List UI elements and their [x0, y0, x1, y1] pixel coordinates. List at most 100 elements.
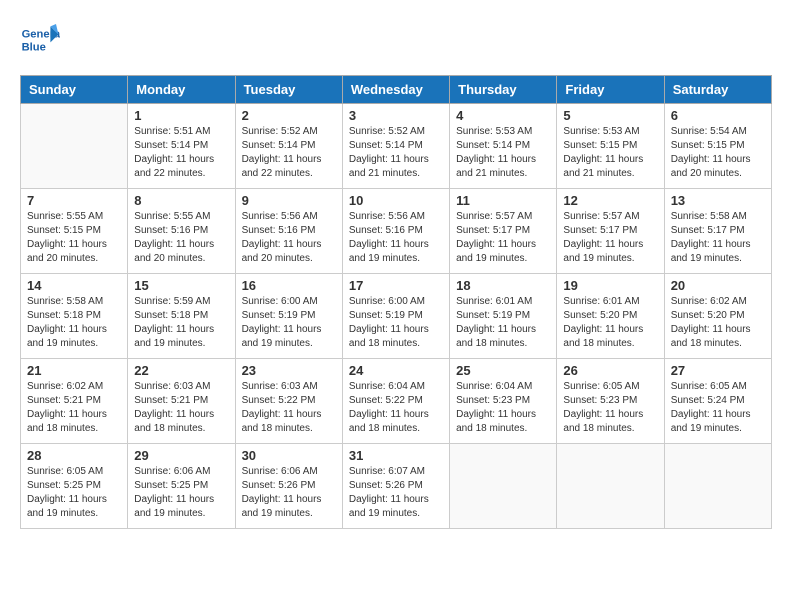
week-row-3: 14Sunrise: 5:58 AM Sunset: 5:18 PM Dayli…: [21, 274, 772, 359]
calendar-cell: 26 Sunrise: 6:05 AM Sunset: 5:23 PM Dayli…: [557, 359, 664, 444]
calendar-cell: 28 Sunrise: 6:05 AM Sunset: 5:25 PM Dayli…: [21, 444, 128, 529]
calendar-cell: 18 Sunrise: 6:01 AM Sunset: 5:19 PM Dayli…: [450, 274, 557, 359]
day-number: 18: [456, 278, 550, 293]
day-info: Sunrise: 6:05 AM Sunset: 5:23 PM Dayligh…: [563, 380, 657, 436]
day-info: Sunrise: 5:55 AM Sunset: 5:16 PM Dayligh…: [134, 210, 228, 266]
calendar-cell: 1 Sunrise: 5:51 AM Sunset: 5:14 PM Daylig…: [128, 104, 235, 189]
calendar-cell: 3 Sunrise: 5:52 AM Sunset: 5:14 PM Daylig…: [342, 104, 449, 189]
week-row-2: 7Sunrise: 5:55 AM Sunset: 5:15 PM Daylig…: [21, 189, 772, 274]
day-number: 21: [27, 363, 121, 378]
day-number: 2: [242, 108, 336, 123]
day-number: 24: [349, 363, 443, 378]
day-info: Sunrise: 5:51 AM Sunset: 5:14 PM Dayligh…: [134, 125, 228, 181]
day-number: 1: [134, 108, 228, 123]
day-number: 6: [671, 108, 765, 123]
day-number: 7: [27, 193, 121, 208]
calendar-cell: 23Sunrise: 6:03 AM Sunset: 5:22 PM Dayli…: [235, 359, 342, 444]
day-info: Sunrise: 6:02 AM Sunset: 5:20 PM Dayligh…: [671, 295, 765, 351]
day-header-row: SundayMondayTuesdayWednesdayThursdayFrid…: [21, 76, 772, 104]
day-number: 9: [242, 193, 336, 208]
day-header-saturday: Saturday: [664, 76, 771, 104]
calendar-cell: 27 Sunrise: 6:05 AM Sunset: 5:24 PM Dayli…: [664, 359, 771, 444]
day-info: Sunrise: 5:54 AM Sunset: 5:15 PM Dayligh…: [671, 125, 765, 181]
calendar-body: 1 Sunrise: 5:51 AM Sunset: 5:14 PM Daylig…: [21, 104, 772, 529]
week-row-1: 1 Sunrise: 5:51 AM Sunset: 5:14 PM Daylig…: [21, 104, 772, 189]
day-info: Sunrise: 5:59 AM Sunset: 5:18 PM Dayligh…: [134, 295, 228, 351]
day-number: 14: [27, 278, 121, 293]
calendar-cell: 31 Sunrise: 6:07 AM Sunset: 5:26 PM Dayli…: [342, 444, 449, 529]
day-number: 31: [349, 448, 443, 463]
day-info: Sunrise: 6:04 AM Sunset: 5:23 PM Dayligh…: [456, 380, 550, 436]
calendar-cell: 11Sunrise: 5:57 AM Sunset: 5:17 PM Dayli…: [450, 189, 557, 274]
logo: General Blue: [20, 20, 64, 60]
day-info: Sunrise: 5:56 AM Sunset: 5:16 PM Dayligh…: [349, 210, 443, 266]
day-number: 17: [349, 278, 443, 293]
calendar-cell: 19 Sunrise: 6:01 AM Sunset: 5:20 PM Dayli…: [557, 274, 664, 359]
calendar-cell: 12 Sunrise: 5:57 AM Sunset: 5:17 PM Dayli…: [557, 189, 664, 274]
day-info: Sunrise: 6:01 AM Sunset: 5:19 PM Dayligh…: [456, 295, 550, 351]
calendar-cell: 2 Sunrise: 5:52 AM Sunset: 5:14 PM Daylig…: [235, 104, 342, 189]
day-number: 3: [349, 108, 443, 123]
day-info: Sunrise: 6:02 AM Sunset: 5:21 PM Dayligh…: [27, 380, 121, 436]
day-info: Sunrise: 5:57 AM Sunset: 5:17 PM Dayligh…: [456, 210, 550, 266]
calendar-cell: 7Sunrise: 5:55 AM Sunset: 5:15 PM Daylig…: [21, 189, 128, 274]
day-info: Sunrise: 6:04 AM Sunset: 5:22 PM Dayligh…: [349, 380, 443, 436]
calendar-cell: 6 Sunrise: 5:54 AM Sunset: 5:15 PM Daylig…: [664, 104, 771, 189]
calendar-cell: 22Sunrise: 6:03 AM Sunset: 5:21 PM Dayli…: [128, 359, 235, 444]
day-number: 16: [242, 278, 336, 293]
day-info: Sunrise: 6:05 AM Sunset: 5:25 PM Dayligh…: [27, 465, 121, 521]
calendar-cell: [557, 444, 664, 529]
calendar-cell: [450, 444, 557, 529]
calendar-cell: 14Sunrise: 5:58 AM Sunset: 5:18 PM Dayli…: [21, 274, 128, 359]
calendar-table: SundayMondayTuesdayWednesdayThursdayFrid…: [20, 75, 772, 529]
calendar-cell: 15 Sunrise: 5:59 AM Sunset: 5:18 PM Dayli…: [128, 274, 235, 359]
day-info: Sunrise: 6:05 AM Sunset: 5:24 PM Dayligh…: [671, 380, 765, 436]
calendar-cell: 4Sunrise: 5:53 AM Sunset: 5:14 PM Daylig…: [450, 104, 557, 189]
day-info: Sunrise: 5:52 AM Sunset: 5:14 PM Dayligh…: [349, 125, 443, 181]
day-header-monday: Monday: [128, 76, 235, 104]
day-number: 23: [242, 363, 336, 378]
day-info: Sunrise: 5:53 AM Sunset: 5:15 PM Dayligh…: [563, 125, 657, 181]
calendar-cell: 10 Sunrise: 5:56 AM Sunset: 5:16 PM Dayli…: [342, 189, 449, 274]
day-number: 28: [27, 448, 121, 463]
calendar-cell: 13Sunrise: 5:58 AM Sunset: 5:17 PM Dayli…: [664, 189, 771, 274]
calendar-cell: [664, 444, 771, 529]
day-number: 15: [134, 278, 228, 293]
day-info: Sunrise: 5:56 AM Sunset: 5:16 PM Dayligh…: [242, 210, 336, 266]
day-info: Sunrise: 6:00 AM Sunset: 5:19 PM Dayligh…: [349, 295, 443, 351]
week-row-4: 21 Sunrise: 6:02 AM Sunset: 5:21 PM Dayli…: [21, 359, 772, 444]
day-number: 29: [134, 448, 228, 463]
day-number: 12: [563, 193, 657, 208]
day-header-tuesday: Tuesday: [235, 76, 342, 104]
svg-text:Blue: Blue: [22, 41, 46, 53]
day-number: 30: [242, 448, 336, 463]
day-info: Sunrise: 6:07 AM Sunset: 5:26 PM Dayligh…: [349, 465, 443, 521]
day-info: Sunrise: 6:03 AM Sunset: 5:21 PM Dayligh…: [134, 380, 228, 436]
day-header-thursday: Thursday: [450, 76, 557, 104]
day-number: 4: [456, 108, 550, 123]
day-number: 26: [563, 363, 657, 378]
day-info: Sunrise: 6:06 AM Sunset: 5:25 PM Dayligh…: [134, 465, 228, 521]
day-number: 13: [671, 193, 765, 208]
calendar-cell: 17 Sunrise: 6:00 AM Sunset: 5:19 PM Dayli…: [342, 274, 449, 359]
day-header-sunday: Sunday: [21, 76, 128, 104]
day-info: Sunrise: 5:52 AM Sunset: 5:14 PM Dayligh…: [242, 125, 336, 181]
day-number: 19: [563, 278, 657, 293]
calendar-cell: 5Sunrise: 5:53 AM Sunset: 5:15 PM Daylig…: [557, 104, 664, 189]
calendar-cell: 9 Sunrise: 5:56 AM Sunset: 5:16 PM Daylig…: [235, 189, 342, 274]
day-header-friday: Friday: [557, 76, 664, 104]
calendar-cell: 30Sunrise: 6:06 AM Sunset: 5:26 PM Dayli…: [235, 444, 342, 529]
calendar-cell: 8 Sunrise: 5:55 AM Sunset: 5:16 PM Daylig…: [128, 189, 235, 274]
day-info: Sunrise: 5:57 AM Sunset: 5:17 PM Dayligh…: [563, 210, 657, 266]
calendar-cell: 29 Sunrise: 6:06 AM Sunset: 5:25 PM Dayli…: [128, 444, 235, 529]
calendar-cell: 25 Sunrise: 6:04 AM Sunset: 5:23 PM Dayli…: [450, 359, 557, 444]
day-info: Sunrise: 6:01 AM Sunset: 5:20 PM Dayligh…: [563, 295, 657, 351]
calendar-cell: 24 Sunrise: 6:04 AM Sunset: 5:22 PM Dayli…: [342, 359, 449, 444]
day-number: 10: [349, 193, 443, 208]
day-header-wednesday: Wednesday: [342, 76, 449, 104]
day-number: 20: [671, 278, 765, 293]
day-number: 25: [456, 363, 550, 378]
day-number: 27: [671, 363, 765, 378]
week-row-5: 28 Sunrise: 6:05 AM Sunset: 5:25 PM Dayli…: [21, 444, 772, 529]
day-number: 8: [134, 193, 228, 208]
